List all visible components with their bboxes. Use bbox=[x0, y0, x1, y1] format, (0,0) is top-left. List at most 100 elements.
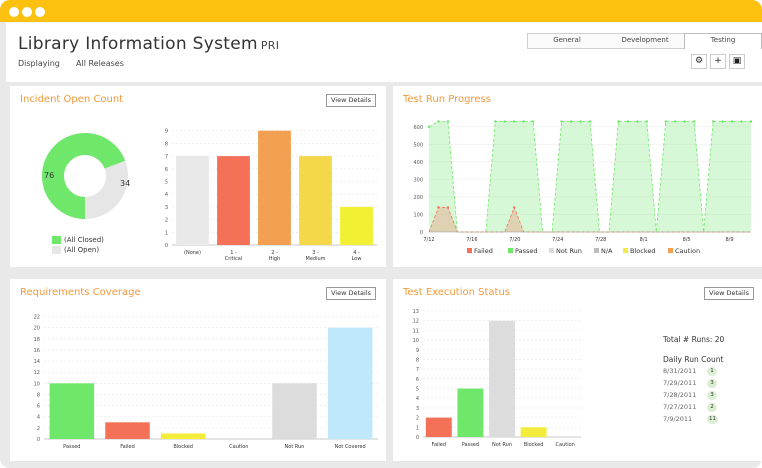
legend-swatch bbox=[508, 248, 513, 253]
title-bar bbox=[0, 0, 762, 22]
x-tick-label: High bbox=[269, 256, 281, 262]
y-tick-label: 10 bbox=[34, 381, 40, 387]
x-tick-label: (None) bbox=[184, 250, 201, 256]
x-tick-label: 7/24 bbox=[552, 237, 563, 243]
y-tick-label: 6 bbox=[165, 167, 168, 173]
page-header: Library Information System PRI Displaying… bbox=[6, 22, 762, 82]
area-passed bbox=[429, 121, 751, 232]
point-passed bbox=[721, 120, 724, 123]
daily-run-date: 7/27/2011 bbox=[663, 403, 697, 411]
y-tick-label: 5 bbox=[416, 387, 419, 393]
testrun-title: Test Run Progress bbox=[403, 94, 491, 105]
legend-swatch bbox=[594, 248, 599, 253]
window-dot-icon[interactable] bbox=[22, 7, 32, 17]
x-tick-label: Failed bbox=[120, 444, 135, 450]
window-dot-icon[interactable] bbox=[35, 7, 45, 17]
x-tick-label: 7/12 bbox=[423, 237, 434, 243]
y-tick-label: 12 bbox=[34, 370, 40, 376]
bar bbox=[489, 320, 515, 437]
app-window: Library Information System PRI Displaying… bbox=[0, 0, 762, 468]
bar bbox=[299, 156, 332, 245]
y-tick-label: 0 bbox=[165, 243, 168, 249]
daily-run-row: 7/9/2011 11 bbox=[663, 415, 753, 425]
tab-development[interactable]: Development bbox=[606, 34, 684, 48]
daily-run-count-badge: 2 bbox=[707, 403, 717, 412]
incident-donut-chart: 76 34 bbox=[42, 133, 130, 219]
legend-closed-label: (All Closed) bbox=[64, 236, 104, 244]
requirements-panel: Requirements Coverage View Details 0 2 4 6 8… bbox=[10, 279, 386, 461]
y-tick-label: 8 bbox=[37, 392, 40, 398]
point-failed bbox=[446, 206, 450, 209]
legend-swatch bbox=[549, 248, 554, 253]
bar bbox=[105, 422, 150, 439]
legend-label: Not Run bbox=[556, 247, 582, 255]
legend-label: Passed bbox=[515, 247, 538, 255]
y-tick-label: 20 bbox=[34, 326, 40, 332]
bar bbox=[340, 206, 373, 245]
point-passed bbox=[730, 120, 734, 123]
legend-open-swatch bbox=[52, 246, 61, 254]
page-title: Library Information System PRI bbox=[18, 34, 280, 54]
bar bbox=[272, 383, 317, 439]
daily-run-count-badge: 3 bbox=[707, 391, 717, 400]
bar bbox=[520, 427, 547, 437]
bar bbox=[217, 156, 250, 245]
donut-open-value: 34 bbox=[120, 179, 130, 188]
bar bbox=[176, 156, 209, 245]
x-tick-label: 8/9 bbox=[726, 237, 734, 243]
y-tick-label: 5 bbox=[165, 180, 168, 186]
y-tick-label: 500 bbox=[413, 142, 423, 148]
add-icon[interactable]: + bbox=[710, 54, 726, 69]
daily-run-date: 8/31/2011 bbox=[663, 367, 697, 375]
bar bbox=[327, 327, 373, 439]
y-tick-label: 6 bbox=[37, 404, 40, 410]
window-dot-icon[interactable] bbox=[9, 7, 19, 17]
bar bbox=[425, 417, 452, 437]
point-passed bbox=[617, 120, 620, 123]
donut-closed-value: 76 bbox=[44, 171, 54, 180]
y-tick-label: 4 bbox=[416, 396, 419, 402]
bar bbox=[457, 388, 484, 437]
settings-icon[interactable]: ⚙ bbox=[691, 54, 707, 69]
bar bbox=[258, 130, 291, 245]
point-passed bbox=[531, 120, 535, 123]
tab-testing[interactable]: Testing bbox=[684, 33, 762, 49]
daily-run-date: 7/9/2011 bbox=[663, 415, 693, 423]
x-tick-label: Failed bbox=[432, 442, 447, 448]
y-tick-label: 7 bbox=[165, 154, 168, 160]
point-passed bbox=[636, 120, 639, 123]
tab-general[interactable]: General bbox=[528, 34, 606, 48]
dashboard-tabs: General Development Testing bbox=[527, 33, 762, 49]
execution-view-details-button[interactable]: View Details bbox=[704, 287, 754, 300]
y-tick-label: 16 bbox=[34, 348, 40, 354]
y-tick-label: 3 bbox=[416, 406, 419, 412]
legend-open-label: (All Open) bbox=[64, 246, 100, 254]
x-tick-label: 8/5 bbox=[683, 237, 691, 243]
legend-label: Failed bbox=[474, 247, 493, 255]
release-filter[interactable]: All Releases bbox=[76, 59, 124, 68]
legend-label: Caution bbox=[675, 247, 700, 255]
requirements-view-details-button[interactable]: View Details bbox=[326, 287, 376, 300]
x-tick-label: Blocked bbox=[524, 442, 544, 448]
point-passed bbox=[692, 120, 696, 123]
point-passed bbox=[494, 120, 497, 123]
point-passed bbox=[674, 120, 677, 123]
testrun-panel: Test Run Progress 0 100 200 300 400 500 600 7/1… bbox=[393, 86, 762, 267]
point-passed bbox=[626, 120, 630, 123]
y-tick-label: 1 bbox=[416, 425, 419, 431]
image-icon[interactable]: ▣ bbox=[729, 54, 745, 69]
y-tick-label: 8 bbox=[165, 141, 168, 147]
y-tick-label: 11 bbox=[413, 328, 419, 334]
y-tick-label: 3 bbox=[165, 205, 168, 211]
y-tick-label: 0 bbox=[37, 437, 40, 443]
incident-bar-chart: 0123456789(None) 1 -Critical2 -High3 -Med… bbox=[165, 129, 377, 262]
y-tick-label: 12 bbox=[413, 319, 419, 325]
daily-run-count-badge: 3 bbox=[707, 379, 717, 388]
execution-title: Test Execution Status bbox=[403, 287, 510, 298]
incident-view-details-button[interactable]: View Details bbox=[326, 94, 376, 107]
y-tick-label: 7 bbox=[416, 367, 419, 373]
legend-swatch bbox=[668, 248, 673, 253]
point-failed bbox=[437, 206, 440, 209]
point-passed bbox=[740, 120, 743, 123]
point-passed bbox=[645, 120, 649, 123]
